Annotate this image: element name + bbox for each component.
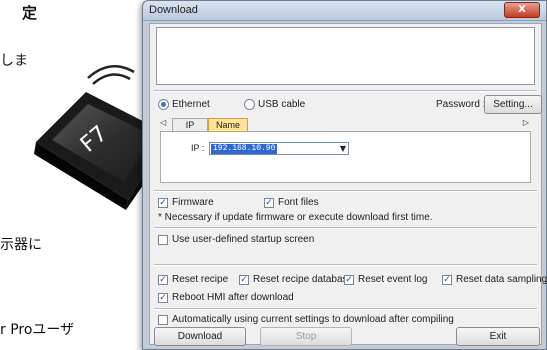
font-files-label: Font files <box>278 197 319 208</box>
usb-cable-label: USB cable <box>258 99 306 110</box>
tab-scroll-right-icon[interactable]: ▷ <box>523 118 529 127</box>
window-title: Download <box>149 4 198 16</box>
divider <box>154 264 537 266</box>
ethernet-radio[interactable] <box>158 99 169 110</box>
startup-screen-checkbox[interactable] <box>158 235 168 245</box>
reset-recipe-database-label: Reset recipe database <box>253 274 354 285</box>
bg-text-line-1: 定 <box>22 4 38 22</box>
reset-data-sampling-checkbox[interactable]: ✓ <box>442 275 452 285</box>
auto-download-label: Automatically using current settings to … <box>172 314 454 325</box>
reboot-hmi-label: Reboot HMI after download <box>172 292 294 303</box>
reset-recipe-checkbox[interactable]: ✓ <box>158 275 168 285</box>
exit-button[interactable]: Exit <box>456 327 540 346</box>
reset-event-log-checkbox[interactable]: ✓ <box>344 275 354 285</box>
startup-screen-label: Use user-defined startup screen <box>172 234 315 245</box>
bg-text-line-3: 示器に <box>0 237 42 253</box>
password-label: Password : <box>436 99 486 110</box>
reset-recipe-database-checkbox[interactable]: ✓ <box>239 275 249 285</box>
reset-data-sampling-label: Reset data sampling <box>456 274 547 285</box>
firmware-checkbox[interactable]: ✓ <box>158 198 168 208</box>
font-files-checkbox[interactable]: ✓ <box>264 198 274 208</box>
close-icon: X <box>518 4 526 15</box>
divider <box>154 227 537 229</box>
ip-label: IP : <box>191 143 205 153</box>
stop-button[interactable]: Stop <box>260 327 352 346</box>
reboot-hmi-checkbox[interactable]: ✓ <box>158 293 168 303</box>
auto-download-checkbox[interactable] <box>158 315 168 325</box>
message-log-box[interactable] <box>156 27 535 85</box>
close-button[interactable]: X <box>504 2 540 18</box>
tab-panel: IP : 192.168.10.90 ▼ <box>160 131 531 183</box>
usb-cable-radio[interactable] <box>244 99 255 110</box>
firmware-note: * Necessary if update firmware or execut… <box>158 212 433 223</box>
setting-button[interactable]: Setting... <box>484 95 542 114</box>
ip-address-combobox[interactable]: 192.168.10.90 ▼ <box>209 142 349 155</box>
tab-scroll-left-icon[interactable]: ◁ <box>160 118 166 127</box>
tab-ip[interactable]: IP <box>172 118 208 132</box>
divider <box>154 190 537 192</box>
divider <box>154 308 537 310</box>
tab-bar: ◁ IP Name ▷ <box>160 118 531 132</box>
tab-name[interactable]: Name <box>208 118 248 132</box>
bg-text-line-2: しま <box>0 53 28 69</box>
firmware-label: Firmware <box>172 197 214 208</box>
dialog-client-area: Ethernet USB cable Password : Setting...… <box>149 23 547 346</box>
download-dialog: Download X Ethernet USB cable Password :… <box>142 0 547 350</box>
ethernet-label: Ethernet <box>172 99 210 110</box>
title-bar: Download X <box>143 1 546 21</box>
bg-text-line-4: r Proユーザ <box>0 322 75 338</box>
reset-recipe-label: Reset recipe <box>172 274 229 285</box>
reset-event-log-label: Reset event log <box>358 274 428 285</box>
dropdown-arrow-icon[interactable]: ▼ <box>340 143 346 154</box>
download-button[interactable]: Download <box>154 327 246 346</box>
divider <box>154 90 537 92</box>
ip-address-value: 192.168.10.90 <box>211 144 278 154</box>
